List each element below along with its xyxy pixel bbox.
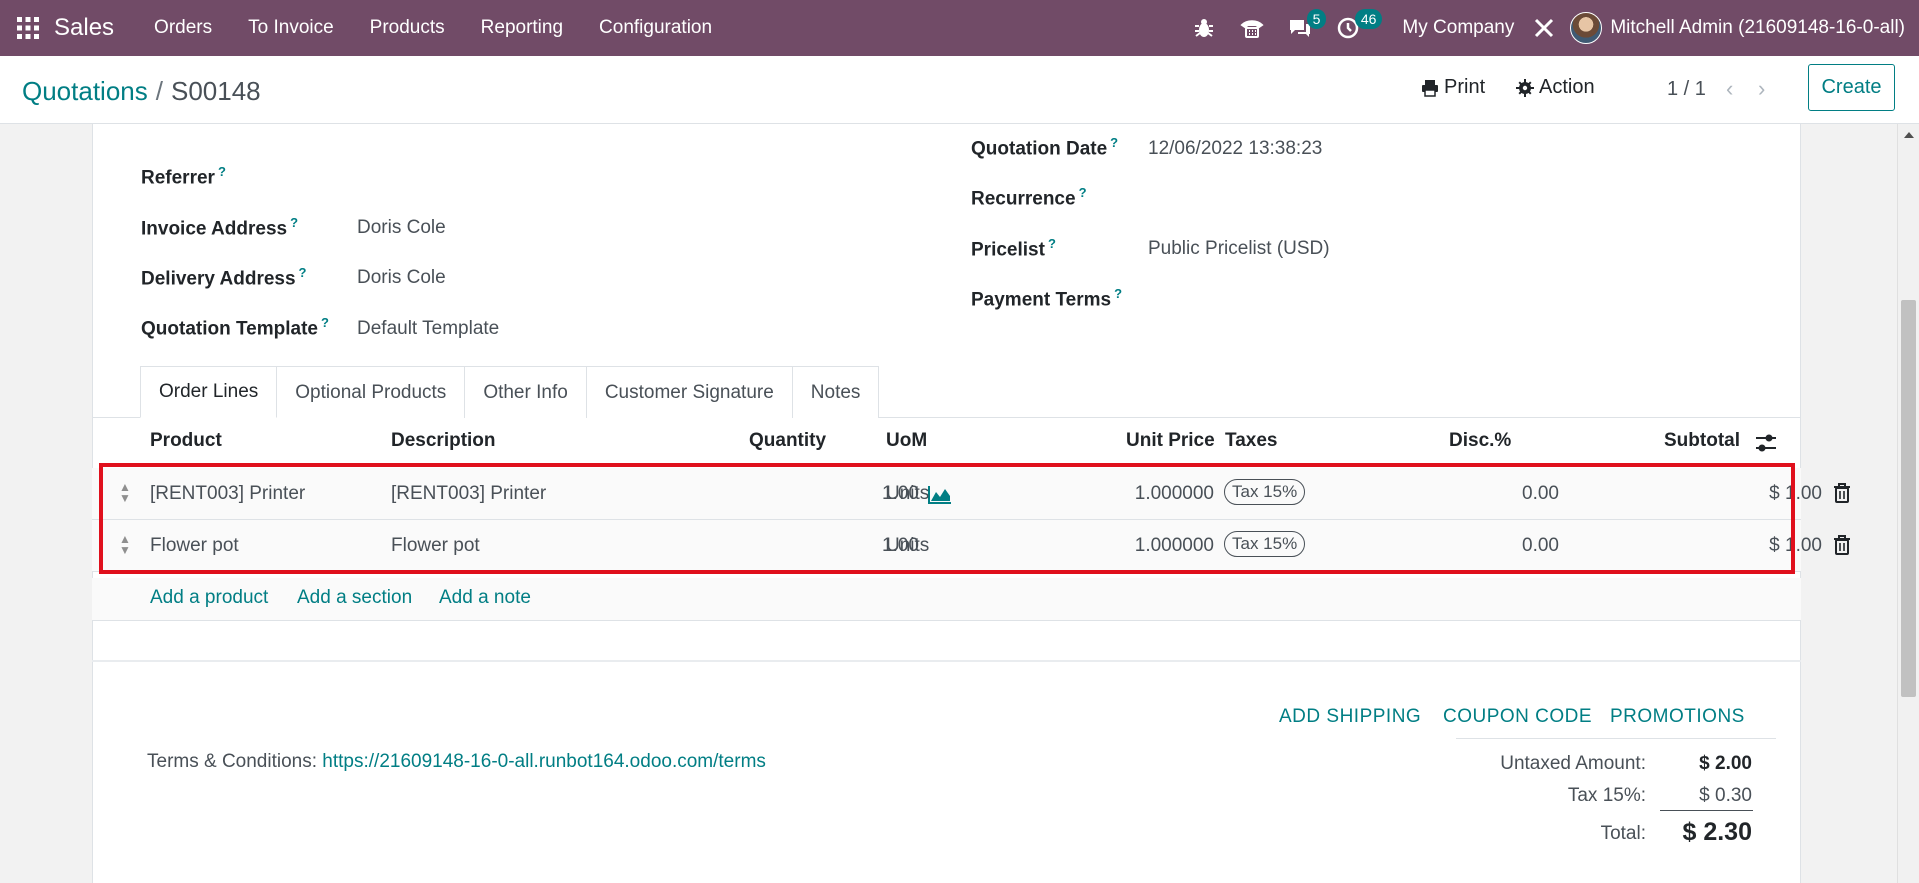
breadcrumb-quotations-link[interactable]: Quotations	[22, 76, 148, 106]
menu-configuration[interactable]: Configuration	[581, 0, 730, 56]
delivery-address-label: Delivery Address?	[141, 265, 307, 290]
user-name: Mitchell Admin (21609148-16-0-all)	[1610, 17, 1905, 38]
scroll-up-arrow-icon[interactable]	[1904, 132, 1914, 138]
column-header-product[interactable]: Product	[150, 430, 222, 452]
notebook-tabs: Order Lines Optional Products Other Info…	[140, 366, 880, 418]
column-header-taxes[interactable]: Taxes	[1225, 430, 1277, 452]
terms-and-conditions: Terms & Conditions: https://21609148-16-…	[147, 751, 766, 773]
activities-count-badge: 46	[1354, 9, 1383, 29]
help-tooltip-icon[interactable]: ?	[290, 215, 298, 230]
quotation-date-label: Quotation Date?	[971, 135, 1119, 160]
quotation-template-field[interactable]: Default Template	[357, 318, 499, 340]
tax-label: Tax 15%:	[1567, 785, 1646, 806]
menu-orders[interactable]: Orders	[136, 0, 230, 56]
column-header-discount[interactable]: Disc.%	[1449, 430, 1511, 452]
messages-chat-icon[interactable]: 5	[1276, 0, 1327, 56]
control-panel: Quotations / S00148 Print Action 1 / 1 ‹ ›…	[0, 56, 1919, 124]
total-separator	[1660, 810, 1753, 811]
avatar	[1570, 12, 1603, 44]
column-header-description[interactable]: Description	[391, 430, 496, 452]
add-section-link[interactable]: Add a section	[297, 587, 412, 609]
total-value: $ 2.30	[1682, 818, 1752, 846]
print-icon	[1422, 79, 1438, 97]
help-tooltip-icon[interactable]: ?	[1110, 135, 1118, 150]
invoice-address-field[interactable]: Doris Cole	[357, 217, 446, 239]
pricelist-label: Pricelist?	[971, 236, 1056, 261]
apps-menu-icon[interactable]	[0, 0, 56, 56]
menu-to-invoice[interactable]: To Invoice	[230, 0, 352, 56]
menu-reporting[interactable]: Reporting	[463, 0, 581, 56]
add-line-links: Add a product Add a section Add a note	[92, 578, 1801, 621]
referrer-label: Referrer?	[141, 164, 226, 189]
totals-divider	[1456, 738, 1776, 739]
help-tooltip-icon[interactable]: ?	[218, 164, 226, 179]
pager-next-icon[interactable]: ›	[1758, 76, 1765, 102]
tab-other-info[interactable]: Other Info	[464, 366, 587, 418]
column-header-unit-price[interactable]: Unit Price	[1126, 430, 1215, 452]
activities-clock-icon[interactable]: 46	[1324, 0, 1383, 56]
terms-label: Terms & Conditions:	[147, 751, 318, 772]
total-label: Total:	[1600, 823, 1646, 844]
action-label: Action	[1539, 76, 1595, 98]
pricelist-field[interactable]: Public Pricelist (USD)	[1148, 238, 1330, 260]
print-label: Print	[1444, 76, 1486, 98]
help-tooltip-icon[interactable]: ?	[321, 315, 329, 330]
highlight-annotation-box	[99, 463, 1795, 574]
payment-terms-label: Payment Terms?	[971, 286, 1123, 311]
print-button[interactable]: Print	[1421, 76, 1485, 99]
tab-optional-products[interactable]: Optional Products	[276, 366, 466, 418]
coupon-code-button[interactable]: COUPON CODE	[1443, 706, 1592, 728]
help-tooltip-icon[interactable]: ?	[299, 265, 307, 280]
untaxed-amount-label: Untaxed Amount:	[1500, 753, 1646, 774]
breadcrumb: Quotations / S00148	[22, 76, 261, 107]
debug-bug-icon[interactable]	[1180, 0, 1228, 56]
invoice-address-label: Invoice Address?	[141, 215, 299, 240]
add-shipping-button[interactable]: ADD SHIPPING	[1279, 706, 1421, 728]
top-navbar: Sales Orders To Invoice Products Reporti…	[0, 0, 1919, 56]
vertical-scrollbar[interactable]	[1897, 124, 1919, 883]
pager-previous-icon[interactable]: ‹	[1726, 76, 1733, 102]
delete-trash-icon[interactable]	[1833, 483, 1851, 503]
add-note-link[interactable]: Add a note	[439, 587, 531, 609]
breadcrumb-current: S00148	[170, 76, 261, 106]
promotions-button[interactable]: PROMOTIONS	[1610, 706, 1745, 728]
tab-order-lines[interactable]: Order Lines	[140, 366, 278, 418]
tab-notes[interactable]: Notes	[791, 366, 880, 418]
company-switcher[interactable]: My Company	[1382, 17, 1532, 39]
user-menu[interactable]: Mitchell Admin (21609148-16-0-all)	[1570, 12, 1919, 44]
terms-link[interactable]: https://21609148-16-0-all.runbot164.odoo…	[322, 751, 766, 772]
column-header-uom[interactable]: UoM	[886, 430, 927, 452]
pager-value[interactable]: 1 / 1	[1667, 78, 1706, 101]
create-button[interactable]: Create	[1808, 64, 1895, 111]
untaxed-amount-value: $ 2.00	[1699, 753, 1752, 774]
recurrence-label: Recurrence?	[971, 185, 1087, 210]
app-name[interactable]: Sales	[54, 14, 114, 42]
help-tooltip-icon[interactable]: ?	[1114, 286, 1122, 301]
add-product-link[interactable]: Add a product	[150, 587, 268, 609]
action-button[interactable]: Action	[1516, 76, 1595, 99]
column-header-quantity[interactable]: Quantity	[749, 430, 826, 452]
gear-icon	[1516, 78, 1534, 97]
menu-products[interactable]: Products	[352, 0, 463, 56]
phone-icon[interactable]	[1228, 0, 1276, 56]
tab-customer-signature[interactable]: Customer Signature	[585, 366, 793, 418]
quotation-template-label: Quotation Template?	[141, 315, 329, 340]
help-tooltip-icon[interactable]: ?	[1079, 185, 1087, 200]
column-header-subtotal[interactable]: Subtotal	[1664, 430, 1740, 452]
delete-trash-icon[interactable]	[1833, 535, 1851, 555]
section-divider	[92, 660, 1801, 670]
breadcrumb-separator: /	[155, 76, 163, 106]
help-tooltip-icon[interactable]: ?	[1048, 236, 1056, 251]
tools-icon[interactable]	[1532, 0, 1570, 56]
delivery-address-field[interactable]: Doris Cole	[357, 267, 446, 289]
optional-columns-sliders-icon[interactable]	[1755, 433, 1777, 453]
tax-value: $ 0.30	[1699, 785, 1752, 806]
scrollbar-thumb[interactable]	[1901, 300, 1916, 697]
quotation-date-field[interactable]: 12/06/2022 13:38:23	[1148, 138, 1322, 160]
